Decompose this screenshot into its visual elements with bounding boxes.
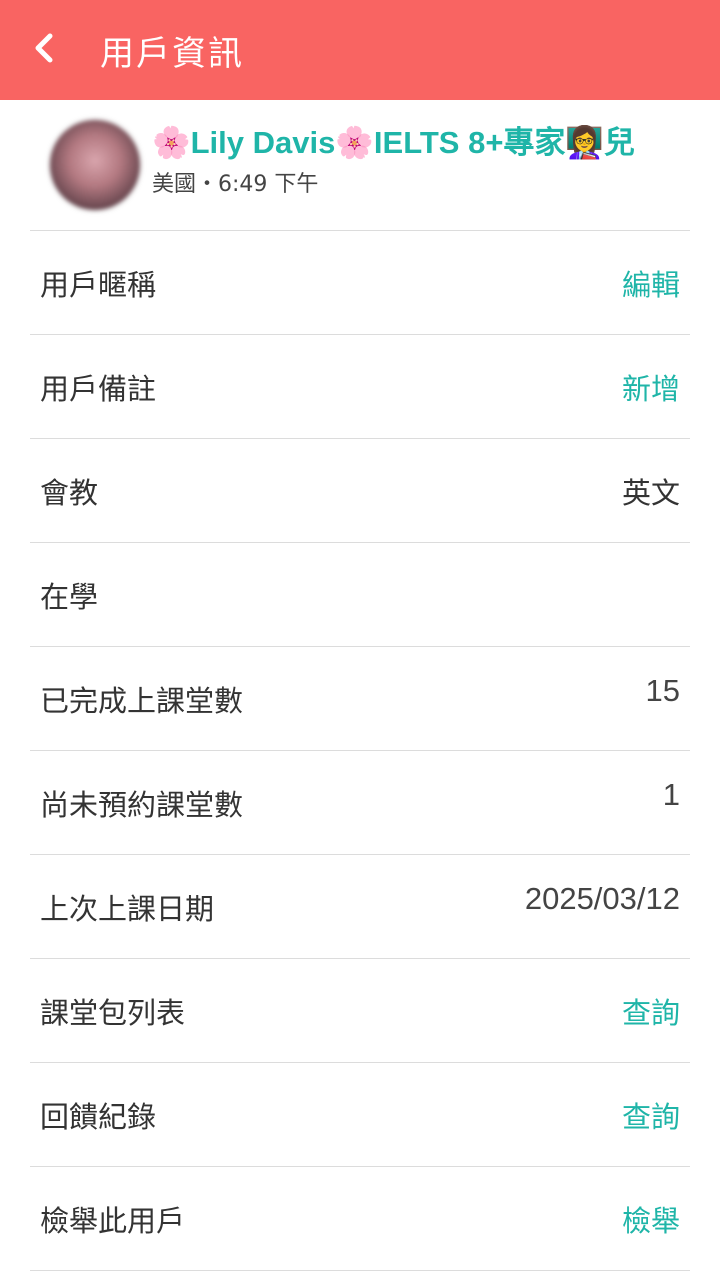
report-user-button[interactable]: 檢舉 — [622, 1198, 680, 1240]
row-last-lesson-date: 上次上課日期 2025/03/12 — [30, 855, 690, 959]
row-label: 回饋紀錄 — [40, 1099, 157, 1134]
row-package-list: 課堂包列表 查詢 — [30, 959, 690, 1063]
user-info-screen: 用戶資訊 🌸Lily Davis🌸IELTS 8+專家👩‍🏫兒 美國・6:49 … — [0, 0, 720, 1280]
row-value: 1 — [662, 777, 680, 812]
add-note-button[interactable]: 新增 — [622, 366, 680, 408]
profile-name: 🌸Lily Davis🌸IELTS 8+專家👩‍🏫兒 — [152, 125, 636, 160]
row-label: 在學 — [40, 579, 99, 614]
row-unbooked-lessons: 尚未預約課堂數 1 — [30, 751, 690, 855]
avatar[interactable] — [50, 120, 140, 210]
row-report: 檢舉此用戶 檢舉 — [30, 1167, 690, 1271]
row-completed-lessons: 已完成上課堂數 15 — [30, 647, 690, 751]
row-value: 2025/03/12 — [524, 881, 680, 916]
profile-location-time: 美國・6:49 下午 — [152, 172, 319, 197]
row-nickname: 用戶暱稱 編輯 — [30, 231, 690, 335]
row-note: 用戶備註 新增 — [30, 335, 690, 439]
row-label: 課堂包列表 — [40, 995, 186, 1030]
page-title: 用戶資訊 — [100, 33, 244, 74]
chevron-left-icon — [24, 28, 64, 72]
view-packages-button[interactable]: 查詢 — [622, 990, 680, 1032]
row-label: 用戶備註 — [40, 371, 157, 406]
row-learning: 在學 — [30, 543, 690, 647]
row-label: 用戶暱稱 — [40, 267, 157, 302]
row-teaches: 會教 英文 — [30, 439, 690, 543]
back-button[interactable] — [0, 0, 94, 100]
row-label: 已完成上課堂數 — [40, 683, 244, 718]
row-label: 尚未預約課堂數 — [40, 787, 244, 822]
row-value: 英文 — [621, 475, 680, 510]
profile-card: 🌸Lily Davis🌸IELTS 8+專家👩‍🏫兒 美國・6:49 下午 — [30, 100, 690, 231]
info-list: 用戶暱稱 編輯 用戶備註 新增 會教 英文 在學 已完成上課堂數 15 尚未預約… — [30, 231, 690, 1271]
row-feedback: 回饋紀錄 查詢 — [30, 1063, 690, 1167]
row-label: 會教 — [40, 475, 99, 510]
view-feedback-button[interactable]: 查詢 — [622, 1094, 680, 1136]
app-header: 用戶資訊 — [0, 0, 720, 100]
row-label: 檢舉此用戶 — [40, 1203, 186, 1238]
row-value: 15 — [645, 673, 680, 708]
row-label: 上次上課日期 — [40, 891, 215, 926]
profile-text: 🌸Lily Davis🌸IELTS 8+專家👩‍🏫兒 美國・6:49 下午 — [152, 123, 635, 201]
edit-nickname-button[interactable]: 編輯 — [622, 262, 680, 304]
